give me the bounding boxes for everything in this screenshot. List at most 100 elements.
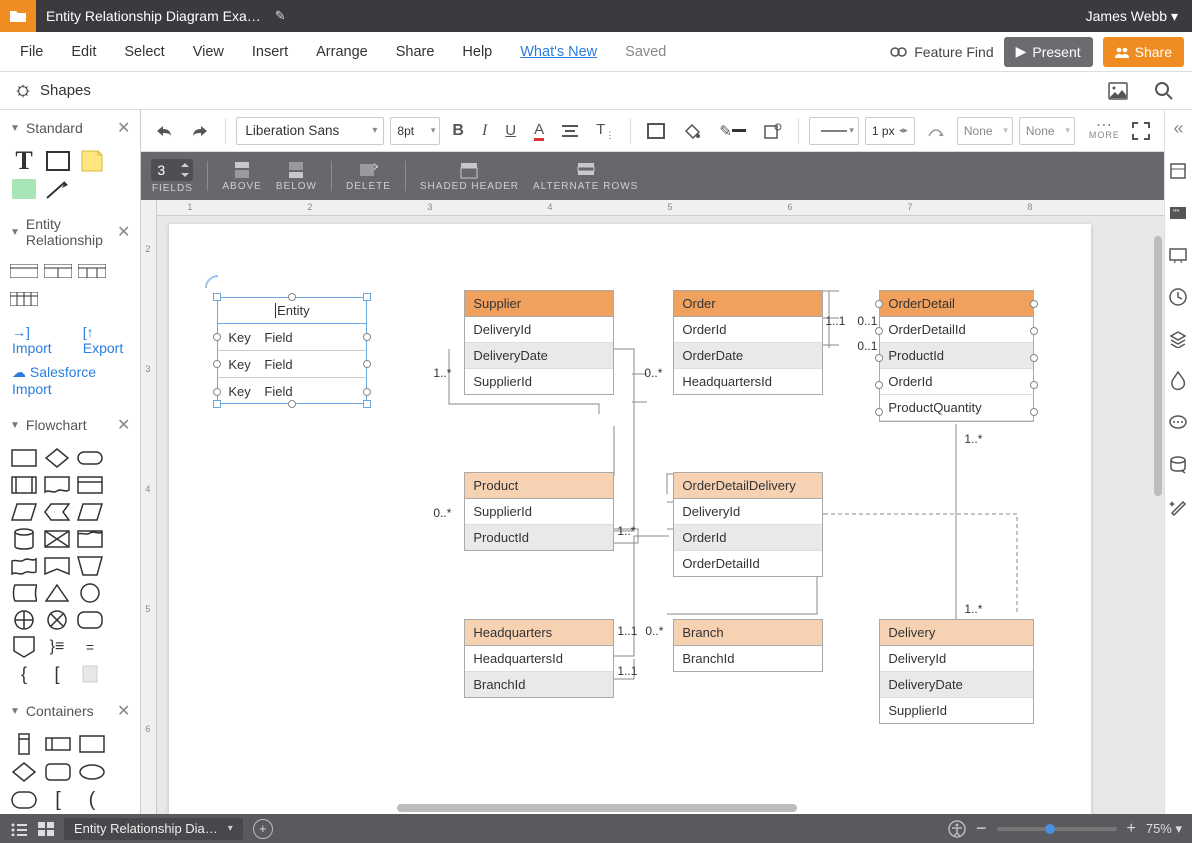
- fc-circle[interactable]: [76, 582, 104, 604]
- category-standard[interactable]: ▼Standard✕: [0, 110, 140, 146]
- share-button[interactable]: Share: [1103, 37, 1184, 67]
- ct-9[interactable]: (: [78, 789, 106, 811]
- selected-entity[interactable]: Entity KeyField KeyField KeyField: [217, 297, 367, 404]
- add-below-button[interactable]: BELOW: [276, 161, 317, 192]
- italic-button[interactable]: I: [476, 117, 493, 145]
- shaded-header-button[interactable]: SHADED HEADER: [420, 161, 519, 192]
- folder-icon[interactable]: [0, 0, 36, 32]
- rect-shape[interactable]: [44, 150, 72, 172]
- fc-s27[interactable]: [76, 663, 104, 685]
- collapse-dock-icon[interactable]: «: [1173, 118, 1183, 139]
- presentation-icon[interactable]: [1168, 245, 1188, 265]
- fc-brace-open[interactable]: {: [10, 663, 38, 685]
- entity-branch[interactable]: Branch BranchId: [673, 619, 823, 672]
- properties-icon[interactable]: [1168, 161, 1188, 181]
- grid-view-icon[interactable]: [38, 822, 54, 836]
- zoom-level[interactable]: 75% ▾: [1146, 821, 1182, 837]
- redo-button[interactable]: [185, 117, 215, 145]
- delete-row-button[interactable]: ✕DELETE: [346, 161, 391, 192]
- canvas[interactable]: Entity KeyField KeyField KeyField Suppli…: [157, 216, 1164, 814]
- erd-shape-3[interactable]: [78, 260, 106, 282]
- fc-s14[interactable]: [43, 555, 71, 577]
- category-flowchart[interactable]: ▼Flowchart✕: [0, 407, 140, 443]
- horizontal-scrollbar[interactable]: [397, 804, 797, 812]
- comments-icon[interactable]: "": [1168, 203, 1188, 223]
- fc-bracket[interactable]: [: [43, 663, 71, 685]
- bucket-button[interactable]: [677, 117, 707, 145]
- edit-title-icon[interactable]: ✎: [275, 8, 286, 24]
- menu-share[interactable]: Share: [384, 38, 447, 66]
- menu-insert[interactable]: Insert: [240, 38, 300, 66]
- menu-edit[interactable]: Edit: [59, 38, 108, 66]
- chat-icon[interactable]: [1168, 413, 1188, 433]
- text-options-button[interactable]: T⋮: [590, 117, 620, 145]
- text-color-button[interactable]: A: [528, 117, 550, 145]
- fc-s21[interactable]: [76, 609, 104, 631]
- bold-button[interactable]: B: [446, 117, 470, 145]
- layers-icon[interactable]: [1168, 329, 1188, 349]
- user-menu[interactable]: James Webb ▾: [1072, 8, 1192, 25]
- line-shape[interactable]: [44, 178, 72, 200]
- fc-s12[interactable]: [76, 528, 104, 550]
- ct-3[interactable]: [78, 733, 106, 755]
- fc-offpage[interactable]: [10, 636, 38, 658]
- entity-headquarters[interactable]: Headquarters HeadquartersId BranchId: [464, 619, 614, 698]
- fc-brace[interactable]: }≡: [43, 636, 71, 658]
- fc-database[interactable]: [10, 528, 38, 550]
- entity-name-input[interactable]: Entity: [275, 303, 310, 318]
- erd-shape-4[interactable]: [10, 288, 38, 310]
- ct-1[interactable]: [10, 733, 38, 755]
- text-shape[interactable]: T: [10, 150, 38, 172]
- menu-whatsnew[interactable]: What's New: [508, 38, 609, 66]
- theme-icon[interactable]: [1168, 371, 1188, 391]
- fc-s16[interactable]: [10, 582, 38, 604]
- magic-icon[interactable]: [1168, 497, 1188, 517]
- present-button[interactable]: ▶Present: [1004, 37, 1093, 67]
- add-page-button[interactable]: +: [253, 819, 273, 839]
- entity-orderdetaildelivery[interactable]: OrderDetailDelivery DeliveryId OrderId O…: [673, 472, 823, 577]
- fc-terminator[interactable]: [76, 447, 104, 469]
- outline-view-icon[interactable]: [10, 822, 28, 836]
- close-icon[interactable]: ✕: [117, 118, 130, 138]
- ct-8[interactable]: [: [44, 789, 72, 811]
- shape-options-button[interactable]: [758, 117, 788, 145]
- category-containers[interactable]: ▼Containers✕: [0, 693, 140, 729]
- line-width-select[interactable]: 1 px◂▸: [865, 117, 915, 145]
- ct-7[interactable]: [10, 789, 38, 811]
- image-icon[interactable]: [1102, 77, 1134, 105]
- menu-help[interactable]: Help: [450, 38, 504, 66]
- font-select[interactable]: Liberation Sans: [236, 117, 384, 145]
- underline-button[interactable]: U: [499, 117, 522, 145]
- fc-data[interactable]: [10, 501, 38, 523]
- fc-s24[interactable]: =: [76, 636, 104, 658]
- vertical-scrollbar[interactable]: [1154, 236, 1162, 496]
- erd-shape-2[interactable]: [44, 260, 72, 282]
- ct-5[interactable]: [44, 761, 72, 783]
- entity-order[interactable]: Order OrderId OrderDate HeadquartersId: [673, 290, 823, 395]
- add-above-button[interactable]: ABOVE: [222, 161, 261, 192]
- fc-triangle[interactable]: [43, 582, 71, 604]
- entity-supplier[interactable]: Supplier DeliveryId DeliveryDate Supplie…: [464, 290, 614, 395]
- fc-or[interactable]: [43, 609, 71, 631]
- zoom-in-button[interactable]: +: [1127, 820, 1136, 838]
- fullscreen-button[interactable]: [1126, 117, 1156, 145]
- more-button[interactable]: ⋯MORE: [1089, 122, 1120, 140]
- menu-arrange[interactable]: Arrange: [304, 38, 380, 66]
- close-icon[interactable]: ✕: [117, 701, 130, 721]
- entity-delivery[interactable]: Delivery DeliveryId DeliveryDate Supplie…: [879, 619, 1034, 724]
- entity-orderdetail[interactable]: OrderDetail OrderDetailId ProductId Orde…: [879, 290, 1034, 422]
- alternate-rows-button[interactable]: ALTERNATE ROWS: [533, 161, 638, 192]
- fc-sumjunc[interactable]: [10, 609, 38, 631]
- page[interactable]: Entity KeyField KeyField KeyField Suppli…: [169, 224, 1091, 814]
- fc-predef[interactable]: [10, 474, 38, 496]
- fc-s8[interactable]: [43, 501, 71, 523]
- import-link[interactable]: →] Import: [12, 324, 63, 356]
- page-tab[interactable]: Entity Relationship Dia…: [64, 818, 243, 840]
- menu-view[interactable]: View: [181, 38, 236, 66]
- erd-shape-1[interactable]: [10, 260, 38, 282]
- fc-s15[interactable]: [76, 555, 104, 577]
- fill-button[interactable]: [641, 117, 671, 145]
- line-arrow-button[interactable]: [921, 117, 951, 145]
- feature-find[interactable]: Feature Find: [890, 44, 993, 60]
- salesforce-import-link[interactable]: ☁ Salesforce Import: [0, 362, 140, 407]
